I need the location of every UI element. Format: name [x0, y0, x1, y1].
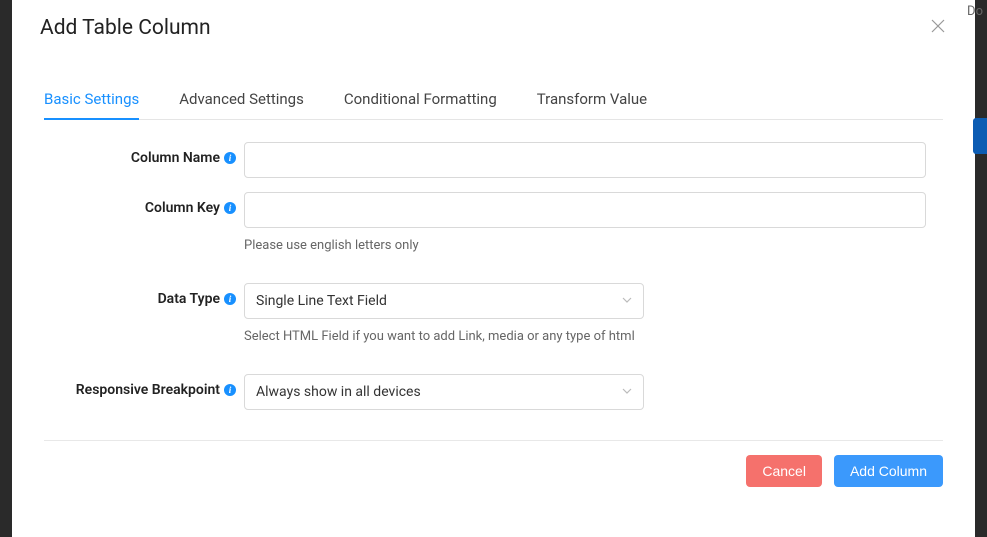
data-type-select[interactable]: Single Line Text Field: [244, 283, 644, 319]
tab-advanced-settings[interactable]: Advanced Settings: [179, 80, 304, 120]
field-row-column-name: Column Name i: [44, 142, 943, 178]
data-type-value: Single Line Text Field: [256, 293, 387, 309]
cancel-button[interactable]: Cancel: [746, 455, 822, 487]
modal-title: Add Table Column: [40, 16, 211, 40]
label-column-key: Column Key i: [44, 192, 244, 216]
data-type-select-wrap: Single Line Text Field: [244, 283, 644, 319]
label-column-name: Column Name i: [44, 142, 244, 166]
info-icon[interactable]: i: [224, 384, 236, 396]
add-table-column-modal: Add Table Column Basic Settings Advanced…: [12, 0, 975, 537]
background-truncated-text: Do: [967, 4, 983, 19]
responsive-breakpoint-value: Always show in all devices: [256, 384, 421, 400]
responsive-breakpoint-select[interactable]: Always show in all devices: [244, 374, 644, 410]
label-text-data-type: Data Type: [158, 291, 220, 307]
label-text-responsive-breakpoint: Responsive Breakpoint: [76, 382, 220, 398]
input-col-column-key: Please use english letters only: [244, 192, 943, 269]
column-key-input[interactable]: [244, 192, 926, 228]
info-icon[interactable]: i: [224, 293, 236, 305]
field-row-column-key: Column Key i Please use english letters …: [44, 192, 943, 269]
input-col-responsive-breakpoint: Always show in all devices: [244, 374, 943, 410]
close-button[interactable]: [929, 19, 947, 37]
input-col-data-type: Single Line Text Field Select HTML Field…: [244, 283, 943, 360]
help-text-data-type: Select HTML Field if you want to add Lin…: [244, 329, 943, 344]
label-text-column-key: Column Key: [145, 200, 220, 216]
tab-conditional-formatting[interactable]: Conditional Formatting: [344, 80, 497, 120]
field-row-responsive-breakpoint: Responsive Breakpoint i Always show in a…: [44, 374, 943, 410]
input-col-column-name: [244, 142, 943, 178]
add-column-button[interactable]: Add Column: [834, 455, 943, 487]
modal-header: Add Table Column: [12, 0, 975, 56]
close-icon: [931, 19, 945, 37]
form-basic-settings: Column Name i Column Key i Please use en…: [44, 120, 943, 441]
help-text-column-key: Please use english letters only: [244, 238, 943, 253]
responsive-breakpoint-select-wrap: Always show in all devices: [244, 374, 644, 410]
background-partial-button: [973, 118, 987, 154]
tab-basic-settings[interactable]: Basic Settings: [44, 80, 139, 120]
label-responsive-breakpoint: Responsive Breakpoint i: [44, 374, 244, 398]
info-icon[interactable]: i: [224, 152, 236, 164]
label-data-type: Data Type i: [44, 283, 244, 307]
column-name-input[interactable]: [244, 142, 926, 178]
tab-bar: Basic Settings Advanced Settings Conditi…: [44, 80, 943, 120]
modal-footer: Cancel Add Column: [12, 441, 975, 501]
field-row-data-type: Data Type i Single Line Text Field Selec…: [44, 283, 943, 360]
tab-transform-value[interactable]: Transform Value: [537, 80, 647, 120]
label-text-column-name: Column Name: [131, 150, 220, 166]
modal-body: Basic Settings Advanced Settings Conditi…: [12, 80, 975, 441]
info-icon[interactable]: i: [224, 202, 236, 214]
